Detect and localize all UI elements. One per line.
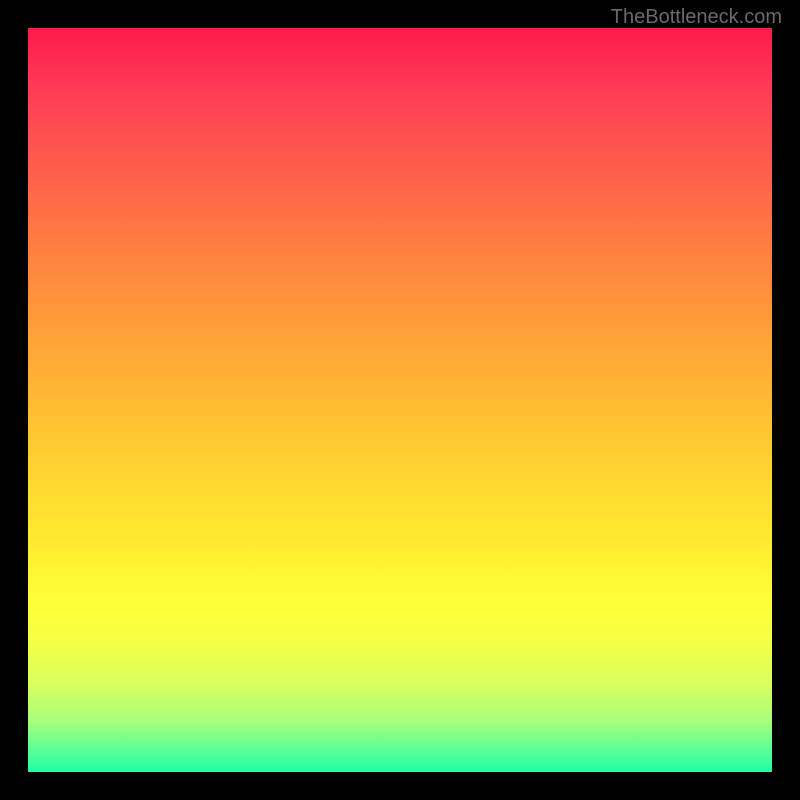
chart-overlay xyxy=(28,28,772,772)
chart-frame: TheBottleneck.com xyxy=(0,0,800,800)
watermark-text: TheBottleneck.com xyxy=(611,6,782,29)
